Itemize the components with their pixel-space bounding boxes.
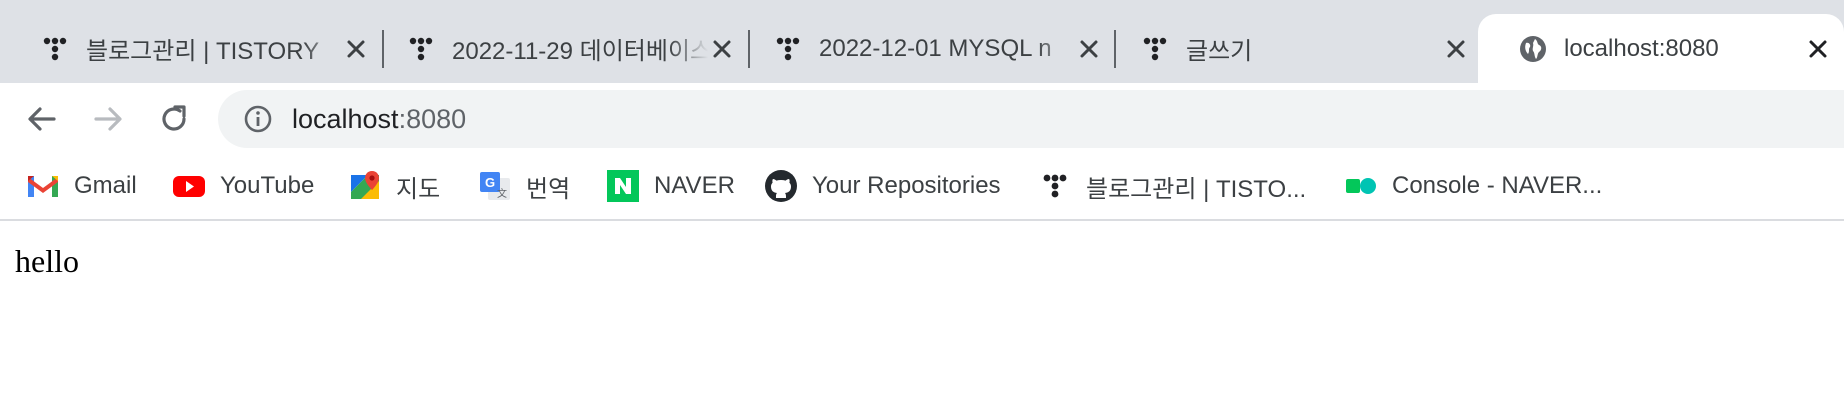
google-translate-icon: G 文: [480, 172, 510, 200]
browser-toolbar: localhost :8080: [0, 83, 1844, 156]
bookmark-label: NAVER: [654, 172, 735, 199]
bookmark-tistory[interactable]: 블로그관리 | TISTO...: [1038, 166, 1306, 206]
tab-write-post[interactable]: 글쓰기: [1100, 14, 1482, 83]
tab-title: 2022-11-29 데이터베이스: [452, 38, 708, 65]
bookmark-naver-cloud-console[interactable]: Console - NAVER...: [1344, 166, 1602, 206]
tab-localhost[interactable]: localhost:8080: [1478, 14, 1844, 83]
svg-text:文: 文: [497, 187, 507, 200]
bookmark-translate[interactable]: G 文 번역: [478, 166, 570, 206]
tab-mysql-post[interactable]: 2022-12-01 MYSQL n: [733, 14, 1115, 83]
reload-button[interactable]: [154, 99, 194, 139]
url-host: localhost: [292, 103, 399, 134]
forward-button[interactable]: [88, 99, 128, 139]
tab-title: 블로그관리 | TISTORY: [86, 38, 320, 65]
bookmark-label: Your Repositories: [812, 172, 1001, 199]
gmail-icon: [28, 176, 58, 197]
tistory-icon: [1143, 37, 1167, 60]
svg-text:G: G: [485, 175, 495, 190]
youtube-icon: [173, 176, 205, 197]
naver-cloud-icon: [1346, 178, 1376, 194]
tab-title: localhost:8080: [1564, 34, 1719, 62]
bookmark-gmail[interactable]: Gmail: [26, 166, 137, 206]
reload-icon: [162, 105, 186, 131]
naver-icon: [607, 170, 639, 202]
tab-title: 2022-12-01 MYSQL n: [819, 34, 1052, 62]
tab-strip: 블로그관리 | TISTORY 2022-11-29 데이터베이스 2022-1…: [0, 0, 1844, 83]
close-icon[interactable]: [1075, 35, 1103, 63]
bookmarks-bar: Gmail YouTube 지도 G 文 번역 NAVER Your Repos…: [0, 156, 1844, 221]
page-content: hello: [0, 221, 1844, 400]
tab-title: 글쓰기: [1186, 38, 1253, 65]
close-icon[interactable]: [1442, 35, 1470, 63]
page-body-text: hello: [15, 243, 79, 279]
tistory-icon: [43, 37, 67, 60]
bookmark-label: 번역: [526, 175, 571, 203]
google-maps-icon: [351, 171, 379, 199]
tab-database-post[interactable]: 2022-11-29 데이터베이스: [366, 14, 748, 83]
tistory-icon: [776, 37, 800, 60]
browser-window: 블로그관리 | TISTORY 2022-11-29 데이터베이스 2022-1…: [0, 0, 1844, 400]
bookmark-label: 지도: [396, 175, 441, 203]
arrow-left-icon: [28, 107, 56, 131]
bookmark-naver[interactable]: NAVER: [606, 166, 735, 206]
info-icon[interactable]: [242, 103, 274, 135]
bookmark-label: Console - NAVER...: [1392, 172, 1603, 199]
bookmark-github[interactable]: Your Repositories: [764, 166, 1001, 206]
close-icon[interactable]: [1804, 35, 1832, 63]
tab-tistory-blog-admin[interactable]: 블로그관리 | TISTORY: [0, 14, 382, 83]
bookmark-youtube[interactable]: YouTube: [172, 166, 314, 206]
github-icon: [765, 170, 797, 202]
globe-icon: [1520, 35, 1546, 62]
bookmark-label: Gmail: [74, 172, 137, 199]
tistory-icon: [409, 37, 433, 60]
close-icon[interactable]: [708, 35, 736, 63]
back-button[interactable]: [22, 99, 62, 139]
bookmark-label: YouTube: [220, 172, 315, 199]
bookmark-maps[interactable]: 지도: [348, 166, 440, 206]
tistory-icon: [1043, 174, 1067, 198]
arrow-right-icon: [94, 107, 122, 131]
bookmark-label: 블로그관리 | TISTO...: [1086, 175, 1307, 203]
url-port: :8080: [398, 103, 467, 134]
address-bar[interactable]: localhost :8080: [218, 90, 1844, 148]
